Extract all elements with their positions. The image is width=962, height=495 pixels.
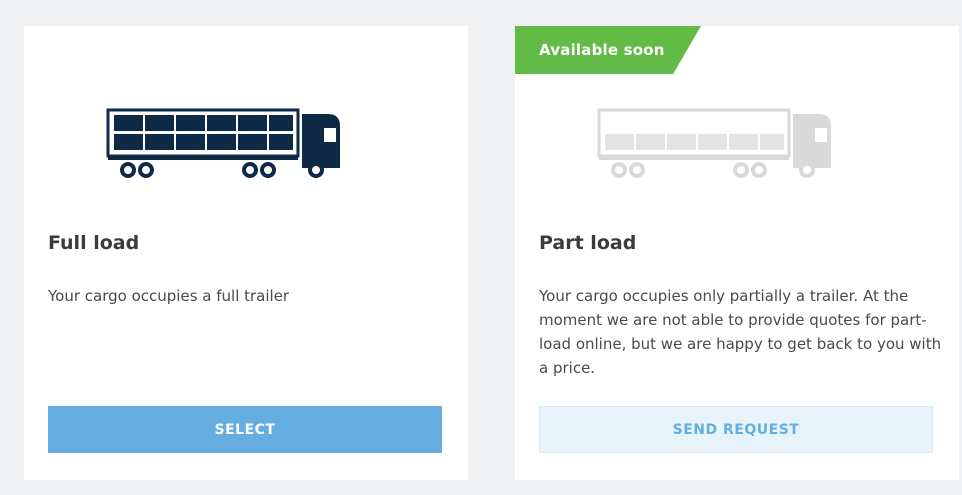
part-load-title: Part load xyxy=(539,232,637,254)
select-button[interactable]: SELECT xyxy=(48,406,442,453)
truck-part-icon xyxy=(597,108,831,178)
part-load-card: Available soon Part load Your cargo occu… xyxy=(515,26,959,480)
send-request-button[interactable]: SEND REQUEST xyxy=(539,406,933,453)
load-type-options: Full load Your cargo occupies a full tra… xyxy=(0,0,962,495)
full-load-title: Full load xyxy=(48,232,140,254)
truck-full-icon xyxy=(106,108,340,178)
full-load-description: Your cargo occupies a full trailer xyxy=(48,287,290,305)
full-load-card: Full load Your cargo occupies a full tra… xyxy=(24,26,468,480)
part-load-description: Your cargo occupies only partially a tra… xyxy=(539,287,942,377)
available-soon-badge: Available soon xyxy=(515,26,701,74)
